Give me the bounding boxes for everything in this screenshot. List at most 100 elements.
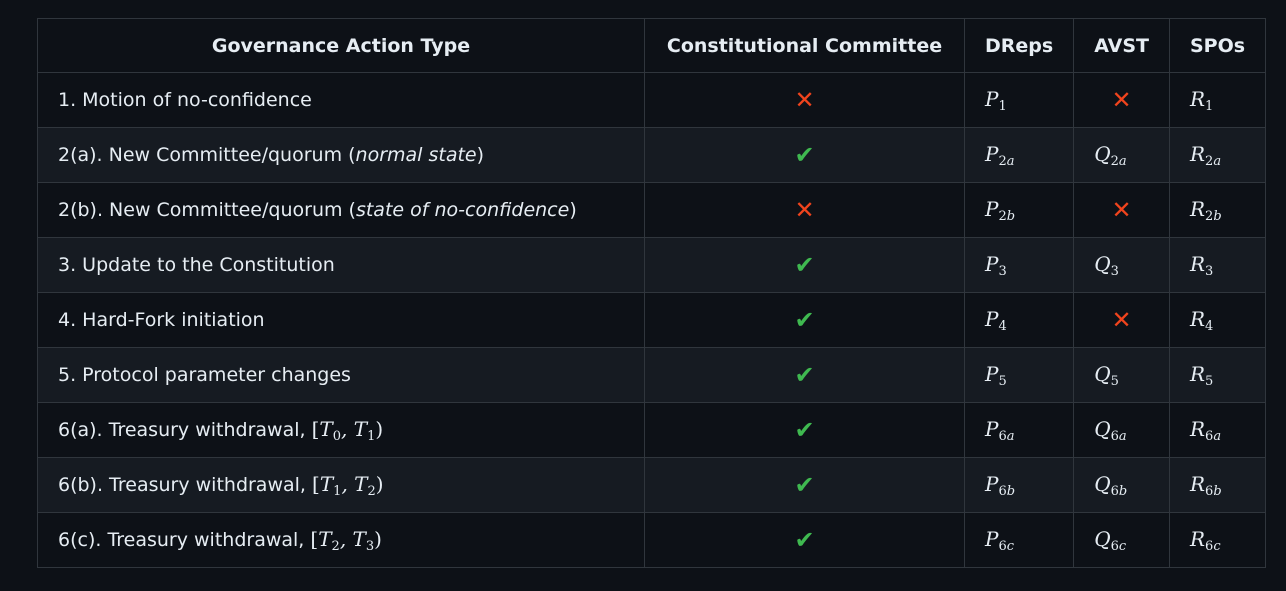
header-dreps: DReps [963, 18, 1075, 73]
avst-cell: Q6c [1073, 512, 1170, 568]
spos-cell: R6a [1168, 402, 1267, 458]
action-label: 4. Hard-Fork initiation [58, 309, 265, 331]
table-row: 4. Hard-Fork initiation ✔ P4 ✕ R4 [37, 292, 1267, 348]
dreps-cell: P6c [963, 512, 1075, 568]
action-label-suffix: ) [569, 199, 577, 221]
action-type-cell: 2(b). New Committee/quorum (state of no-… [37, 182, 645, 238]
avst-cell: ✕ [1073, 292, 1170, 348]
constitutional-committee-cell: ✕ [644, 182, 965, 238]
math-subscript: 6c [1205, 538, 1221, 554]
math-symbol: T0 [319, 416, 342, 444]
check-icon: ✔ [794, 471, 815, 499]
math-subscript: 3 [998, 263, 1007, 279]
math-subscript: 2a [1205, 153, 1222, 169]
math-subscript: 1 [1205, 98, 1214, 114]
math-subscript: 3 [365, 538, 375, 554]
action-label-italic: state of no-confidence [355, 199, 570, 221]
math-subscript: 2b [998, 208, 1016, 224]
table-row: 5. Protocol parameter changes ✔ P5 Q5 R5 [37, 347, 1267, 403]
constitutional-committee-cell: ✕ [644, 72, 965, 128]
math-subscript: 2b [1205, 208, 1222, 224]
math-subscript: 6c [1110, 538, 1127, 554]
constitutional-committee-cell: ✔ [644, 347, 965, 403]
header-row: Governance Action Type Constitutional Co… [37, 18, 1267, 73]
action-label: 6(a). Treasury withdrawal, [58, 418, 312, 441]
table-row: 3. Update to the Constitution ✔ P3 Q3 R3 [37, 237, 1267, 293]
math-subscript: 1 [333, 483, 342, 499]
math-symbol: P6b [985, 471, 1016, 499]
spos-cell: R1 [1168, 72, 1267, 128]
math-symbol: T1 [353, 416, 376, 444]
math-symbol: P5 [985, 361, 1007, 389]
math-symbol: R2a [1189, 141, 1222, 169]
math-symbol: T1 [319, 471, 342, 499]
math-symbol: T2 [354, 471, 376, 499]
avst-cell: Q5 [1073, 347, 1170, 403]
math-symbol: R6a [1189, 416, 1222, 444]
action-type-cell: 6(c). Treasury withdrawal, [T2, T3) [37, 512, 645, 568]
math-symbol: Q6c [1094, 526, 1127, 554]
cross-icon: ✕ [794, 86, 815, 114]
math-subscript: 2 [331, 538, 340, 554]
cross-icon: ✕ [794, 196, 815, 224]
table-row: 2(b). New Committee/quorum (state of no-… [37, 182, 1267, 238]
spos-cell: R5 [1168, 347, 1267, 403]
constitutional-committee-cell: ✔ [644, 512, 965, 568]
math-subscript: 1 [998, 98, 1007, 114]
action-type-cell: 5. Protocol parameter changes [37, 347, 645, 403]
math-symbol: T3 [352, 526, 375, 554]
action-type-cell: 1. Motion of no-confidence [37, 72, 645, 128]
math-subscript: 6b [998, 483, 1016, 499]
avst-cell: Q3 [1073, 237, 1170, 293]
action-label: 3. Update to the Constitution [58, 254, 335, 276]
math-symbol: Q6b [1094, 471, 1128, 499]
action-type-cell: 3. Update to the Constitution [37, 237, 645, 293]
math-subscript: 4 [1205, 318, 1214, 334]
treasury-interval: [T2, T3) [310, 526, 382, 554]
constitutional-committee-cell: ✔ [644, 237, 965, 293]
dreps-cell: P1 [963, 72, 1075, 128]
math-subscript: 5 [1205, 373, 1214, 389]
avst-cell: Q6a [1073, 402, 1170, 458]
constitutional-committee-cell: ✔ [644, 402, 965, 458]
math-subscript: 3 [1205, 263, 1214, 279]
constitutional-committee-cell: ✔ [644, 457, 965, 513]
math-subscript: 6b [1110, 483, 1128, 499]
action-label: 1. Motion of no-confidence [58, 89, 312, 111]
math-subscript: 6b [1205, 483, 1222, 499]
treasury-interval: [T0, T1) [311, 416, 384, 444]
spos-cell: R6b [1168, 457, 1267, 513]
math-symbol: R2b [1189, 196, 1222, 224]
header-spos: SPOs [1168, 18, 1267, 73]
action-label-italic: normal state [355, 144, 477, 166]
check-icon: ✔ [794, 416, 815, 444]
math-subscript: 6a [1205, 428, 1222, 444]
table-row: 6(b). Treasury withdrawal, [T1, T2) ✔ P6b Q… [37, 457, 1267, 513]
math-symbol: Q6a [1094, 416, 1127, 444]
action-type-cell: 4. Hard-Fork initiation [37, 292, 645, 348]
math-symbol: P2a [985, 141, 1015, 169]
avst-cell: ✕ [1073, 72, 1170, 128]
action-type-cell: 6(a). Treasury withdrawal, [T0, T1) [37, 402, 645, 458]
math-subscript: 6a [1110, 428, 1127, 444]
math-subscript: 5 [1110, 373, 1119, 389]
spos-cell: R4 [1168, 292, 1267, 348]
action-type-cell: 2(a). New Committee/quorum (normal state… [37, 127, 645, 183]
math-subscript: 3 [1110, 263, 1119, 279]
action-type-cell: 6(b). Treasury withdrawal, [T1, T2) [37, 457, 645, 513]
spos-cell: R2b [1168, 182, 1267, 238]
math-subscript: 5 [998, 373, 1007, 389]
check-icon: ✔ [794, 306, 815, 334]
dreps-cell: P3 [963, 237, 1075, 293]
action-label-suffix: ) [476, 144, 485, 166]
math-symbol: T2 [318, 526, 340, 554]
avst-cell: Q6b [1073, 457, 1170, 513]
action-label: 5. Protocol parameter changes [58, 364, 351, 386]
spos-cell: R2a [1168, 127, 1267, 183]
header-avst: AVST [1073, 18, 1170, 73]
spos-cell: R3 [1168, 237, 1267, 293]
math-subscript: 2 [367, 483, 376, 499]
action-label: 6(c). Treasury withdrawal, [58, 528, 311, 551]
action-label: 2(a). New Committee/quorum ( [58, 144, 356, 166]
dreps-cell: P2a [963, 127, 1075, 183]
